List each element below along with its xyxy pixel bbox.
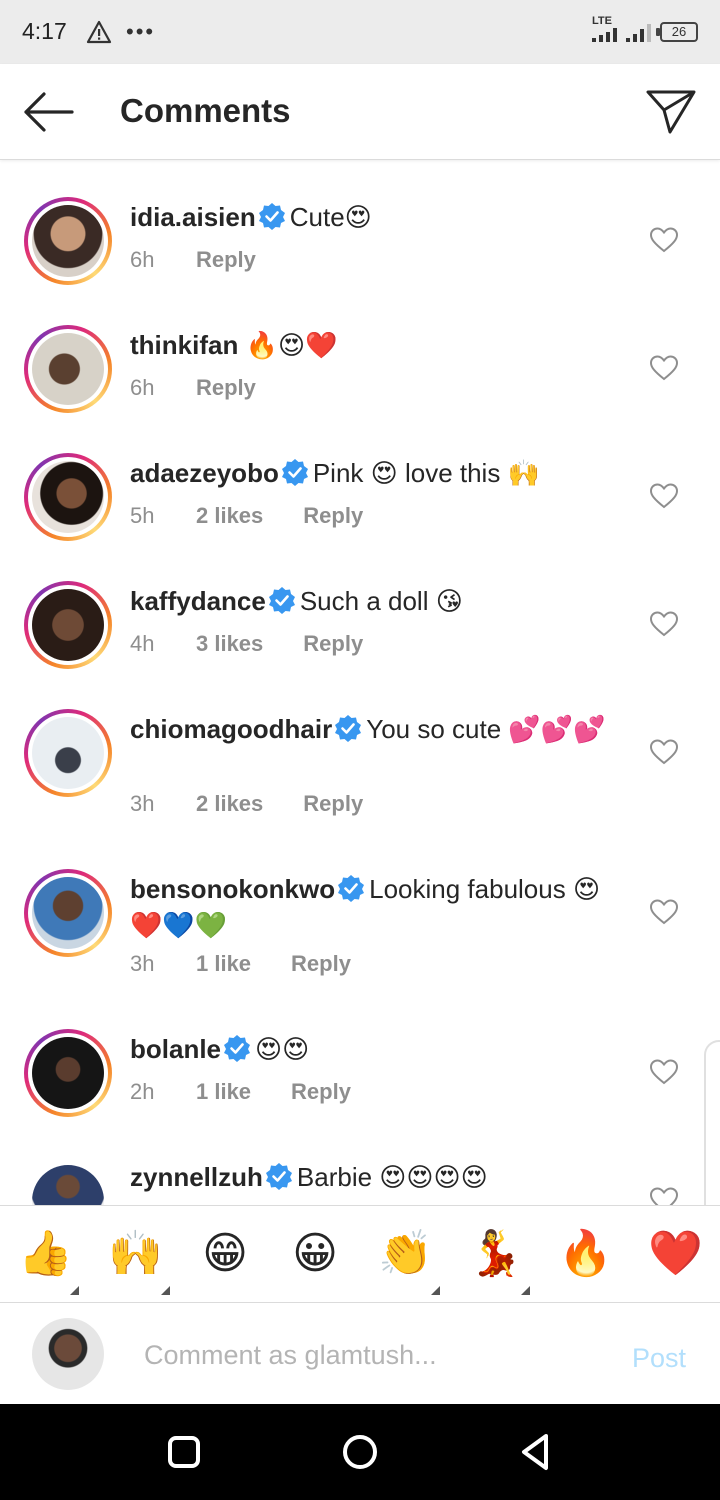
reply-button[interactable]: Reply [196, 375, 256, 401]
verified-badge-icon [268, 587, 295, 614]
reply-button[interactable]: Reply [303, 791, 363, 817]
comment-composer: Post [0, 1303, 720, 1404]
comment-item: chiomagoodhair You so cute 💕💕💕 3h 2 likes R… [0, 709, 720, 861]
comment-item: bensonokonkwo Looking fabulous 😍❤️💙💚 3h 1 … [0, 869, 720, 1021]
skin-tone-indicator-icon [161, 1286, 170, 1295]
skin-tone-indicator-icon [431, 1286, 440, 1295]
post-button[interactable]: Post [632, 1343, 686, 1374]
comment-username[interactable]: bolanle [130, 1034, 221, 1064]
comment-time: 3h [130, 951, 155, 976]
verified-badge-icon [338, 875, 365, 902]
verified-badge-icon [281, 459, 308, 486]
like-heart-icon[interactable] [650, 483, 678, 509]
emoji-fire-button[interactable]: 🔥 [558, 1228, 613, 1280]
like-heart-icon[interactable] [650, 227, 678, 253]
comment-item: thinkifan 🔥😍❤️ 6h Reply [0, 325, 720, 445]
reply-button[interactable]: Reply [291, 1079, 351, 1105]
comment-text: Pink 😍 love this 🙌 [312, 458, 540, 488]
verified-badge-icon [224, 1035, 251, 1062]
like-heart-icon[interactable] [650, 611, 678, 637]
comment-text: 😍😍 [255, 1034, 310, 1064]
verified-badge-icon [258, 203, 285, 230]
comment-item: adaezeyobo Pink 😍 love this 🙌 5h 2 likes Re… [0, 453, 720, 573]
like-heart-icon[interactable] [650, 355, 678, 381]
comment-time: 5h [130, 503, 155, 528]
emoji-heart-button[interactable]: ❤️ [648, 1228, 703, 1280]
current-user-avatar [32, 1318, 104, 1390]
comment-likes[interactable]: 1 like [196, 1079, 251, 1105]
emoji-clap-button[interactable]: 👏 [378, 1228, 433, 1280]
comment-likes[interactable]: 2 likes [196, 503, 263, 529]
back-arrow-icon[interactable] [22, 90, 74, 134]
comment-username[interactable]: idia.aisien [130, 202, 256, 232]
signal-icon-2 [626, 24, 651, 42]
comment-username[interactable]: chiomagoodhair [130, 714, 332, 744]
emoji-smile-button[interactable]: 😀 [288, 1228, 342, 1280]
avatar[interactable] [24, 709, 112, 797]
reply-button[interactable]: Reply [303, 503, 363, 529]
home-circle-icon[interactable] [340, 1432, 380, 1472]
comment-text: 🔥😍❤️ [245, 330, 338, 360]
like-heart-icon[interactable] [650, 1059, 678, 1085]
comment-time: 3h [130, 791, 155, 816]
comment-time: 4h [130, 631, 155, 656]
comment-likes[interactable]: 1 like [196, 951, 251, 977]
verified-badge-icon [265, 1163, 292, 1190]
signal-icon [592, 28, 617, 42]
comment-time: 6h [130, 375, 155, 400]
comment-text: Barbie 😍😍😍😍 [296, 1162, 488, 1192]
avatar[interactable] [24, 1029, 112, 1117]
comment-item: zynnellzuh Barbie 😍😍😍😍 [0, 1157, 720, 1205]
comment-username[interactable]: thinkifan [130, 330, 238, 360]
status-bar: 4:17 ••• LTE 26 [0, 0, 720, 64]
emoji-thumbs-up-button[interactable]: 👍 [18, 1228, 73, 1280]
comment-item: idia.aisien Cute😍 6h Reply [0, 197, 720, 317]
skin-tone-indicator-icon [70, 1286, 79, 1295]
network-type: LTE [592, 15, 612, 27]
comments-header: Comments [0, 64, 720, 160]
comment-input[interactable] [144, 1333, 584, 1377]
comment-username[interactable]: adaezeyobo [130, 458, 279, 488]
reply-button[interactable]: Reply [303, 631, 363, 657]
comment-text: Such a doll 😘 [299, 586, 463, 616]
warning-icon [86, 20, 112, 44]
comment-text: Cute😍 [289, 202, 372, 232]
reply-button[interactable]: Reply [291, 951, 351, 977]
comment-likes[interactable]: 3 likes [196, 631, 263, 657]
like-heart-icon[interactable] [650, 899, 678, 925]
comment-time: 6h [130, 247, 155, 272]
comment-item: bolanle 😍😍 2h 1 like Reply [0, 1029, 720, 1149]
comments-list[interactable]: idia.aisien Cute😍 6h Reply thinkifan 🔥😍❤️ … [0, 161, 720, 1205]
direct-send-icon[interactable] [644, 86, 698, 136]
emoji-raised-hands-button[interactable]: 🙌 [108, 1228, 163, 1280]
skin-tone-indicator-icon [521, 1286, 530, 1295]
like-heart-icon[interactable] [650, 1187, 678, 1205]
comment-text: You so cute 💕💕💕 [366, 714, 606, 744]
avatar[interactable] [24, 869, 112, 957]
quick-emoji-bar: 👍 🙌 😁 😀 👏 💃 🔥 ❤️ [0, 1205, 720, 1303]
avatar[interactable] [24, 453, 112, 541]
emoji-grin-button[interactable]: 😁 [198, 1228, 252, 1280]
avatar[interactable] [24, 197, 112, 285]
back-triangle-icon[interactable] [516, 1432, 556, 1472]
comment-likes[interactable]: 2 likes [196, 791, 263, 817]
avatar[interactable] [24, 325, 112, 413]
avatar[interactable] [24, 1157, 112, 1205]
more-notifications-icon: ••• [126, 19, 156, 44]
status-time: 4:17 [22, 18, 67, 44]
comment-time: 2h [130, 1079, 155, 1104]
battery-icon: 26 [660, 22, 698, 42]
verified-badge-icon [335, 715, 362, 742]
comment-username[interactable]: bensonokonkwo [130, 874, 335, 904]
emoji-dancer-button[interactable]: 💃 [468, 1228, 523, 1280]
system-nav-bar [0, 1404, 720, 1500]
comment-username[interactable]: kaffydance [130, 586, 266, 616]
comment-item: kaffydance Such a doll 😘 4h 3 likes Reply [0, 581, 720, 701]
page-title: Comments [120, 92, 291, 129]
avatar[interactable] [24, 581, 112, 669]
recents-square-icon[interactable] [164, 1432, 204, 1472]
like-heart-icon[interactable] [650, 739, 678, 765]
comment-username[interactable]: zynnellzuh [130, 1162, 263, 1192]
reply-button[interactable]: Reply [196, 247, 256, 273]
